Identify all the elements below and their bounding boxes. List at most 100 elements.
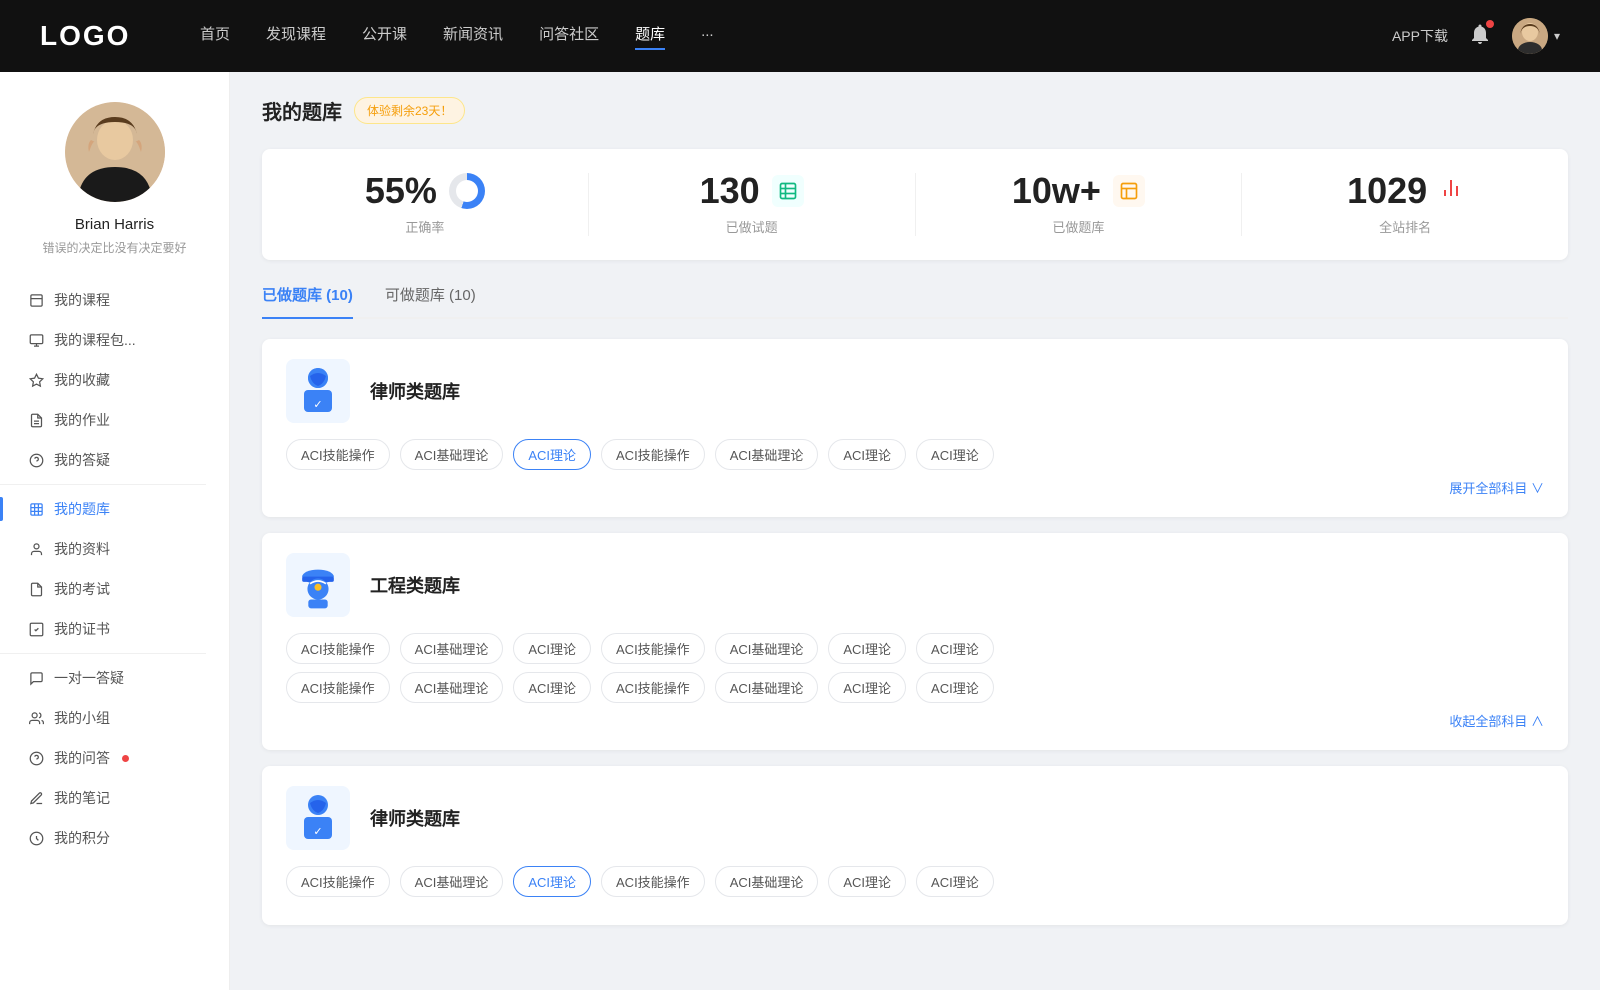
- tutor-label: 一对一答疑: [54, 668, 124, 688]
- bank-card-engineer: 工程类题库 ACI技能操作 ACI基础理论 ACI理论 ACI技能操作 ACI基…: [262, 533, 1568, 750]
- tag-item[interactable]: ACI理论: [513, 672, 591, 703]
- tag-item[interactable]: ACI理论: [828, 866, 906, 897]
- rank-icon: [1439, 176, 1463, 206]
- expand-btn-1[interactable]: 展开全部科目 ∨: [286, 478, 1544, 497]
- navbar: LOGO 首页 发现课程 公开课 新闻资讯 问答社区 题库 ... APP下载 …: [0, 0, 1600, 72]
- sidebar-item-bank[interactable]: 我的题库: [0, 489, 229, 529]
- tag-item[interactable]: ACI理论: [828, 439, 906, 470]
- tag-item[interactable]: ACI技能操作: [601, 633, 705, 664]
- sidebar-item-tutor[interactable]: 一对一答疑: [0, 658, 229, 698]
- tag-item[interactable]: ACI理论: [916, 866, 994, 897]
- tag-item[interactable]: ACI技能操作: [601, 439, 705, 470]
- exams-label: 我的考试: [54, 579, 110, 599]
- lawyer-icon: ✓: [286, 359, 350, 423]
- tag-item[interactable]: ACI技能操作: [286, 866, 390, 897]
- expand-btn-2[interactable]: 收起全部科目 ∧: [286, 711, 1544, 730]
- done-questions-icon: [772, 175, 804, 207]
- bank-card-lawyer-1-title: 律师类题库: [370, 378, 460, 404]
- sidebar-item-homework[interactable]: 我的作业: [0, 400, 229, 440]
- points-icon: [28, 830, 44, 846]
- nav-qa[interactable]: 问答社区: [539, 23, 599, 50]
- tag-item[interactable]: ACI技能操作: [601, 672, 705, 703]
- sidebar-item-favorites[interactable]: 我的收藏: [0, 360, 229, 400]
- notification-bell[interactable]: [1468, 22, 1492, 51]
- nav-news[interactable]: 新闻资讯: [443, 23, 503, 50]
- notes-label: 我的笔记: [54, 788, 110, 808]
- bank-card-engineer-header: 工程类题库: [286, 553, 1544, 617]
- sidebar-item-notes[interactable]: 我的笔记: [0, 778, 229, 818]
- bank-card-lawyer-2-header: ✓ 律师类题库: [286, 786, 1544, 850]
- lawyer-1-tags: ACI技能操作 ACI基础理论 ACI理论 ACI技能操作 ACI基础理论 AC…: [286, 439, 1544, 470]
- bank-card-lawyer-1-header: ✓ 律师类题库: [286, 359, 1544, 423]
- logo: LOGO: [40, 20, 140, 52]
- tag-item[interactable]: ACI理论: [916, 439, 994, 470]
- chevron-down-icon: ▾: [1554, 29, 1560, 43]
- page-body: Brian Harris 错误的决定比没有决定要好 我的课程 我的课程包...: [0, 72, 1600, 990]
- sidebar-item-exams[interactable]: 我的考试: [0, 569, 229, 609]
- questions-icon: [28, 750, 44, 766]
- notification-dot: [1486, 20, 1494, 28]
- tab-done[interactable]: 已做题库 (10): [262, 284, 353, 317]
- tab-available[interactable]: 可做题库 (10): [385, 284, 476, 317]
- bank-label: 我的题库: [54, 499, 110, 519]
- stat-done-questions: 130 已做试题: [589, 173, 916, 236]
- tag-item[interactable]: ACI基础理论: [715, 633, 819, 664]
- exams-icon: [28, 581, 44, 597]
- tabs-row: 已做题库 (10) 可做题库 (10): [262, 284, 1568, 319]
- tag-item[interactable]: ACI基础理论: [400, 866, 504, 897]
- favorites-icon: [28, 372, 44, 388]
- sidebar-item-points[interactable]: 我的积分: [0, 818, 229, 858]
- notes-icon: [28, 790, 44, 806]
- tag-item[interactable]: ACI基础理论: [715, 672, 819, 703]
- favorites-label: 我的收藏: [54, 370, 110, 390]
- nav-discover[interactable]: 发现课程: [266, 23, 326, 50]
- nav-bank[interactable]: 题库: [635, 23, 665, 50]
- homework-icon: [28, 412, 44, 428]
- engineer-icon: [286, 553, 350, 617]
- nav-opencourse[interactable]: 公开课: [362, 23, 407, 50]
- tag-item[interactable]: ACI基础理论: [715, 439, 819, 470]
- lawyer-2-title: 律师类题库: [370, 805, 460, 831]
- lawyer-2-tags: ACI技能操作 ACI基础理论 ACI理论 ACI技能操作 ACI基础理论 AC…: [286, 866, 1544, 897]
- tag-item-active[interactable]: ACI理论: [513, 439, 591, 470]
- tag-item[interactable]: ACI技能操作: [601, 866, 705, 897]
- sidebar-item-courses[interactable]: 我的课程: [0, 280, 229, 320]
- navbar-right: APP下载 ▾: [1392, 18, 1560, 54]
- qa-icon: [28, 452, 44, 468]
- tag-item[interactable]: ACI理论: [828, 633, 906, 664]
- tag-item[interactable]: ACI技能操作: [286, 633, 390, 664]
- packages-label: 我的课程包...: [54, 330, 136, 350]
- sidebar-item-packages[interactable]: 我的课程包...: [0, 320, 229, 360]
- homework-label: 我的作业: [54, 410, 110, 430]
- tag-item-active[interactable]: ACI理论: [513, 866, 591, 897]
- stats-row: 55% 正确率 130 已做试题 10w+: [262, 149, 1568, 260]
- page-title: 我的题库: [262, 96, 342, 125]
- stat-rank: 1029 全站排名: [1242, 173, 1568, 236]
- tag-item[interactable]: ACI基础理论: [400, 633, 504, 664]
- sidebar-avatar: [65, 102, 165, 202]
- tag-item[interactable]: ACI技能操作: [286, 439, 390, 470]
- tag-item[interactable]: ACI基础理论: [400, 672, 504, 703]
- tag-item[interactable]: ACI理论: [828, 672, 906, 703]
- tag-item[interactable]: ACI理论: [916, 672, 994, 703]
- sidebar-item-questions[interactable]: 我的问答: [0, 738, 229, 778]
- sidebar-menu: 我的课程 我的课程包... 我的收藏 我的作业: [0, 280, 229, 858]
- tag-item[interactable]: ACI理论: [916, 633, 994, 664]
- tag-item[interactable]: ACI基础理论: [400, 439, 504, 470]
- nav-home[interactable]: 首页: [200, 23, 230, 50]
- sidebar-item-groups[interactable]: 我的小组: [0, 698, 229, 738]
- tag-item[interactable]: ACI技能操作: [286, 672, 390, 703]
- sidebar-item-profile[interactable]: 我的资料: [0, 529, 229, 569]
- sidebar-item-qa[interactable]: 我的答疑: [0, 440, 229, 480]
- tag-item[interactable]: ACI基础理论: [715, 866, 819, 897]
- user-avatar-nav[interactable]: ▾: [1512, 18, 1560, 54]
- groups-icon: [28, 710, 44, 726]
- tag-item[interactable]: ACI理论: [513, 633, 591, 664]
- nav-links: 首页 发现课程 公开课 新闻资讯 问答社区 题库 ...: [200, 23, 1392, 50]
- app-download-link[interactable]: APP下载: [1392, 26, 1448, 46]
- certificate-icon: [28, 621, 44, 637]
- accuracy-value: 55%: [365, 173, 437, 209]
- sidebar-item-certificate[interactable]: 我的证书: [0, 609, 229, 649]
- nav-more[interactable]: ...: [701, 23, 714, 50]
- questions-label: 我的问答: [54, 748, 110, 768]
